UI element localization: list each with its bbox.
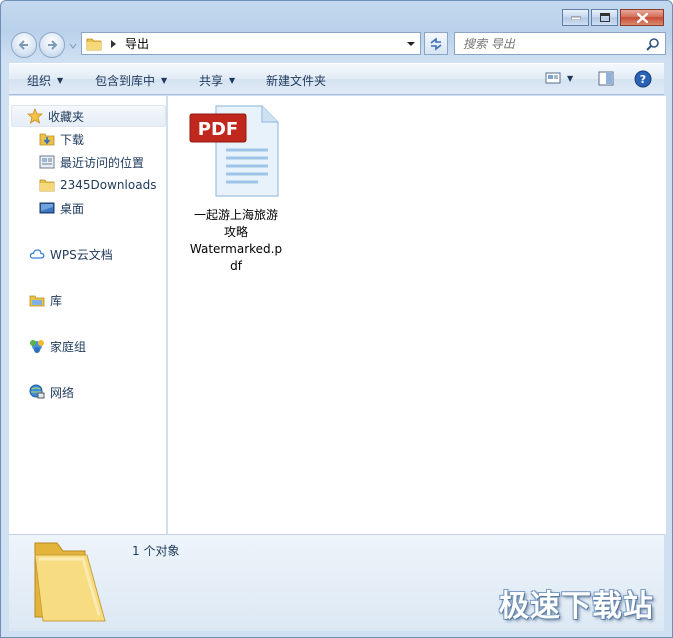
- sidebar-item-2345downloads[interactable]: 2345Downloads: [39, 174, 156, 196]
- close-button[interactable]: [620, 9, 664, 26]
- watermark-logo: 极速下载站: [499, 589, 654, 624]
- folder-icon: [34, 542, 106, 622]
- sidebar-item-label: 家庭组: [50, 339, 87, 354]
- minimize-button[interactable]: [562, 9, 589, 26]
- share-menu[interactable]: 共享 ▼: [199, 72, 235, 89]
- preview-pane-icon: [598, 71, 614, 86]
- network-icon: [29, 384, 45, 400]
- sidebar-item-wps-cloud[interactable]: WPS云文档: [29, 243, 113, 265]
- organize-menu[interactable]: 组织 ▼: [27, 72, 63, 89]
- close-icon: [636, 12, 648, 23]
- sidebar-item-recent-places[interactable]: 最近访问的位置: [39, 151, 144, 173]
- share-label: 共享: [199, 74, 224, 88]
- file-name-line: df: [230, 259, 242, 273]
- search-icon[interactable]: [646, 37, 660, 51]
- caption-buttons: [562, 9, 664, 26]
- sidebar-item-label: 收藏夹: [48, 109, 85, 124]
- new-folder-label: 新建文件夹: [266, 74, 327, 88]
- navigation-pane: 收藏夹 下载 最近访问的位置 2345Downloads 桌面 WPS云文档 库…: [9, 96, 167, 534]
- back-button[interactable]: [11, 32, 37, 58]
- view-icon: [545, 72, 561, 84]
- homegroup-icon: [29, 338, 45, 354]
- sidebar-item-libraries[interactable]: 库: [29, 289, 62, 311]
- chevron-down-icon: ▼: [57, 76, 64, 85]
- file-name: 一起游上海旅游 攻略 Watermarked.p df: [186, 207, 286, 275]
- sidebar-item-network[interactable]: 网络: [29, 381, 74, 403]
- file-list: PDF 一起游上海旅游 攻略 Watermarked.p df: [168, 96, 666, 534]
- address-row: 导出: [9, 29, 666, 59]
- new-folder-button[interactable]: 新建文件夹: [266, 72, 326, 89]
- file-name-line: Watermarked.p: [189, 242, 283, 256]
- include-in-library-menu[interactable]: 包含到库中 ▼: [95, 72, 167, 89]
- sidebar-item-label: 下载: [60, 132, 85, 147]
- refresh-button[interactable]: [424, 32, 448, 55]
- sidebar-item-label: 网络: [50, 385, 75, 400]
- file-name-line: 攻略: [223, 225, 248, 239]
- maximize-button[interactable]: [591, 9, 618, 26]
- command-bar: 组织 ▼ 包含到库中 ▼ 共享 ▼ 新建文件夹 ▼ ?: [9, 63, 664, 95]
- pdf-file-icon: PDF: [189, 105, 279, 197]
- library-icon: [29, 292, 45, 308]
- item-count: 1 个对象: [132, 544, 180, 558]
- forward-button[interactable]: [39, 32, 65, 58]
- minimize-icon: [570, 16, 581, 20]
- file-name-line: 一起游上海旅游: [193, 208, 278, 222]
- search-input[interactable]: [463, 36, 643, 51]
- sidebar-item-downloads[interactable]: 下载: [39, 128, 84, 150]
- details-pane: 1 个对象 极速下载站: [9, 534, 664, 631]
- sidebar-item-homegroup[interactable]: 家庭组: [29, 335, 86, 357]
- chevron-down-icon: ▼: [229, 76, 236, 85]
- search-box: [454, 32, 666, 55]
- arrow-left-icon: [18, 40, 28, 50]
- sidebar-item-label: 库: [50, 293, 63, 308]
- desktop-icon: [39, 200, 55, 216]
- pdf-badge: PDF: [198, 119, 238, 140]
- chevron-down-icon: [69, 43, 77, 49]
- help-button[interactable]: ?: [634, 70, 652, 88]
- refresh-icon: [430, 36, 442, 51]
- recent-pages-dropdown[interactable]: [68, 40, 78, 50]
- recent-places-icon: [39, 154, 55, 170]
- chevron-down-icon: ▼: [161, 76, 168, 85]
- arrow-right-icon: [48, 40, 58, 50]
- folder-icon: [39, 177, 55, 193]
- breadcrumb-arrow-icon: [111, 39, 116, 48]
- download-folder-icon: [39, 131, 55, 147]
- star-icon: [27, 108, 43, 124]
- chevron-down-icon[interactable]: [406, 40, 416, 48]
- chevron-down-icon: ▼: [567, 73, 574, 83]
- file-item-pdf[interactable]: PDF 一起游上海旅游 攻略 Watermarked.p df: [186, 104, 286, 275]
- preview-pane-button[interactable]: [598, 71, 614, 86]
- address-path: 导出: [125, 37, 150, 51]
- sidebar-item-label: 桌面: [60, 201, 85, 216]
- maximize-icon: [599, 13, 610, 22]
- sidebar-item-label: WPS云文档: [50, 247, 113, 262]
- change-view-button[interactable]: ▼: [545, 71, 573, 85]
- sidebar-item-label: 最近访问的位置: [60, 155, 145, 170]
- include-in-library-label: 包含到库中: [95, 74, 156, 88]
- help-icon: ?: [634, 70, 652, 88]
- explorer-window: 导出 组织 ▼ 包含到库中 ▼ 共享 ▼: [0, 0, 673, 638]
- sidebar-item-label: 2345Downloads: [60, 178, 157, 192]
- organize-label: 组织: [27, 74, 52, 88]
- sidebar-item-desktop[interactable]: 桌面: [39, 197, 84, 219]
- svg-text:?: ?: [640, 73, 646, 86]
- cloud-icon: [29, 246, 45, 262]
- address-bar[interactable]: 导出: [81, 32, 421, 55]
- sidebar-item-favorites[interactable]: 收藏夹: [27, 105, 84, 127]
- folder-icon: [86, 38, 102, 50]
